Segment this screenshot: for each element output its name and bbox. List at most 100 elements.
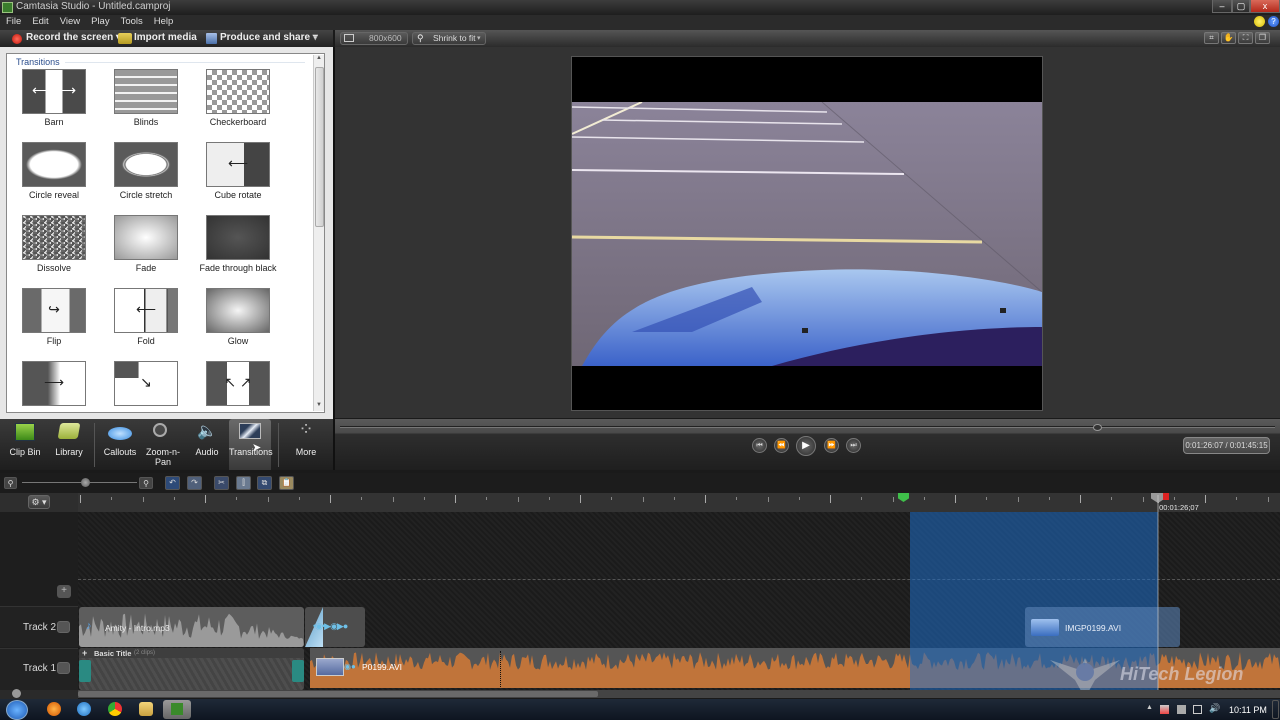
cut-button[interactable]: ✂ xyxy=(214,476,229,490)
fast-forward-button[interactable]: ⏩ xyxy=(824,438,839,453)
action-center-icon[interactable] xyxy=(1160,705,1169,714)
track-2-lock-button[interactable] xyxy=(57,621,70,633)
scroll-up-icon[interactable]: ▲ xyxy=(316,55,322,61)
network-icon[interactable] xyxy=(1193,705,1202,714)
transition-item-blinds[interactable]: Blinds xyxy=(100,69,192,142)
transition-item-checkerboard[interactable]: Checkerboard xyxy=(192,69,284,142)
menu-edit[interactable]: Edit xyxy=(26,15,53,27)
transition-item-fade[interactable]: Fade xyxy=(100,215,192,288)
out-marker[interactable] xyxy=(1163,493,1169,500)
transition-item-cube-rotate[interactable]: ⟵ Cube rotate xyxy=(192,142,284,215)
tab-clip-bin[interactable]: Clip Bin xyxy=(0,419,50,470)
tab-more[interactable]: ⁘ More xyxy=(284,419,328,470)
camtasia-taskbar-icon xyxy=(171,703,183,715)
start-button[interactable] xyxy=(6,700,28,720)
track-1-lock-button[interactable] xyxy=(57,662,70,674)
scrollbar-thumb[interactable] xyxy=(315,67,324,227)
produce-share-button[interactable]: Produce and share ▾ xyxy=(220,32,318,43)
detach-preview-button[interactable]: ❐ xyxy=(1255,32,1270,44)
system-clock[interactable]: 10:11 PM xyxy=(1229,705,1267,715)
menu-play[interactable]: Play xyxy=(85,15,114,27)
blinds-thumbnail xyxy=(114,69,178,114)
audio-clip[interactable]: ♪ Amity - Intro.mp3 xyxy=(79,607,304,647)
thunderbird-taskbar-icon[interactable] xyxy=(77,702,91,716)
tab-callouts[interactable]: Callouts xyxy=(98,419,142,470)
menu-view[interactable]: View xyxy=(54,15,85,27)
tray-app-icon[interactable] xyxy=(1177,705,1186,714)
tab-divider xyxy=(278,423,279,467)
track-1-label: Track 1 xyxy=(23,663,56,674)
copy-button[interactable]: ⧉ xyxy=(257,476,272,490)
jump-to-start-button[interactable]: ⏮ xyxy=(752,438,767,453)
zoom-dropdown[interactable]: ⚲ Shrink to fit ▾ xyxy=(412,32,486,45)
scroll-down-icon[interactable]: ▼ xyxy=(316,402,322,408)
redo-button[interactable]: ↷ xyxy=(187,476,202,490)
panel-splitter[interactable] xyxy=(333,47,335,470)
transition-item-circle-reveal[interactable]: Circle reveal xyxy=(8,142,100,215)
import-media-button[interactable]: Import media xyxy=(134,32,197,43)
play-button[interactable]: ▶ xyxy=(796,436,816,456)
transition-item-flip[interactable]: ↪ Flip xyxy=(8,288,100,361)
split-button[interactable]: ⫿ xyxy=(236,476,251,490)
volume-icon[interactable]: 🔊 xyxy=(1209,703,1220,714)
tab-library[interactable]: Library xyxy=(47,419,91,470)
show-hidden-icons-button[interactable]: ▲ xyxy=(1146,704,1153,711)
camtasia-taskbar-button[interactable] xyxy=(163,700,191,719)
transition-item-glow[interactable]: Glow xyxy=(192,288,284,361)
track-height-slider[interactable] xyxy=(12,689,21,698)
timeline-hscrollbar[interactable] xyxy=(78,690,1280,698)
toolbar-overflow-icon[interactable]: ▿ xyxy=(313,33,317,42)
ruler-tick xyxy=(955,495,956,503)
dimensions-button[interactable]: 800x600 xyxy=(340,32,408,45)
title-clip-group[interactable]: + Basic Title (2 clips) xyxy=(79,648,304,690)
menu-file[interactable]: File xyxy=(0,15,26,27)
maximize-button[interactable]: ▢ xyxy=(1232,0,1250,13)
ruler-minor-tick xyxy=(1236,497,1238,500)
transitions-scrollbar[interactable]: ▲ ▼ xyxy=(313,55,324,411)
timeline-zoom-handle[interactable] xyxy=(81,478,90,487)
zoom-in-button[interactable]: ⚲ xyxy=(139,477,153,489)
watermark-text: HiTech Legion xyxy=(1120,664,1244,684)
zoom-n-pan-icon xyxy=(153,423,167,437)
timeline-settings-button[interactable]: ⚙ ▾ xyxy=(28,495,50,509)
jump-to-end-button[interactable]: ⏭ xyxy=(846,438,861,453)
transition-item-dissolve[interactable]: Dissolve xyxy=(8,215,100,288)
minimize-button[interactable]: – xyxy=(1212,0,1232,13)
paste-button[interactable]: 📋 xyxy=(279,476,294,490)
pan-hand-button[interactable]: ✋ xyxy=(1221,32,1236,44)
tab-audio[interactable]: 🔈 Audio xyxy=(186,419,228,470)
clip-end-handle[interactable] xyxy=(292,660,304,682)
close-button[interactable]: x xyxy=(1250,0,1280,13)
menu-tools[interactable]: Tools xyxy=(115,15,148,27)
tab-zoom-n-pan[interactable]: Zoom-n-Pan xyxy=(141,419,185,470)
transition-item-circle-stretch[interactable]: Circle stretch xyxy=(100,142,192,215)
transition-item-fold[interactable]: ⟵ Fold xyxy=(100,288,192,361)
tip-lightbulb-icon[interactable] xyxy=(1254,16,1265,27)
record-screen-button[interactable]: Record the screen ▾ xyxy=(26,32,121,43)
undo-button[interactable]: ↶ xyxy=(165,476,180,490)
expand-group-icon[interactable]: + xyxy=(82,648,87,658)
arrow-icon: ⟵ ⟶ xyxy=(31,82,77,98)
clip-start-handle[interactable] xyxy=(79,660,91,682)
hscroll-thumb[interactable] xyxy=(78,691,598,697)
help-icon[interactable]: ? xyxy=(1268,16,1279,27)
add-track-button[interactable]: + xyxy=(57,585,71,598)
show-desktop-button[interactable] xyxy=(1272,700,1279,719)
timeline-ruler[interactable] xyxy=(0,493,1280,512)
ruler-tick xyxy=(330,495,331,503)
zoom-out-button[interactable]: ⚲ xyxy=(4,477,17,489)
rewind-button[interactable]: ⏪ xyxy=(774,438,789,453)
tab-transitions[interactable]: Transitions xyxy=(229,419,273,470)
ruler-minor-tick xyxy=(736,497,738,500)
crop-button[interactable]: ⌗ xyxy=(1204,32,1219,44)
transition-item-barn[interactable]: ⟵ ⟶ Barn xyxy=(8,69,100,142)
transition-clip[interactable]: •◉•▶◉▶● xyxy=(305,607,365,647)
menu-help[interactable]: Help xyxy=(148,15,179,27)
explorer-taskbar-icon[interactable] xyxy=(139,702,153,716)
fullscreen-button[interactable]: ⛶ xyxy=(1238,32,1253,44)
transition-item-fade-through-black[interactable]: Fade through black xyxy=(192,215,284,288)
timeline-zoom-slider[interactable] xyxy=(22,482,137,483)
chrome-taskbar-icon[interactable] xyxy=(108,702,122,716)
scrub-track[interactable] xyxy=(340,426,1275,428)
firefox-taskbar-icon[interactable] xyxy=(47,702,61,716)
